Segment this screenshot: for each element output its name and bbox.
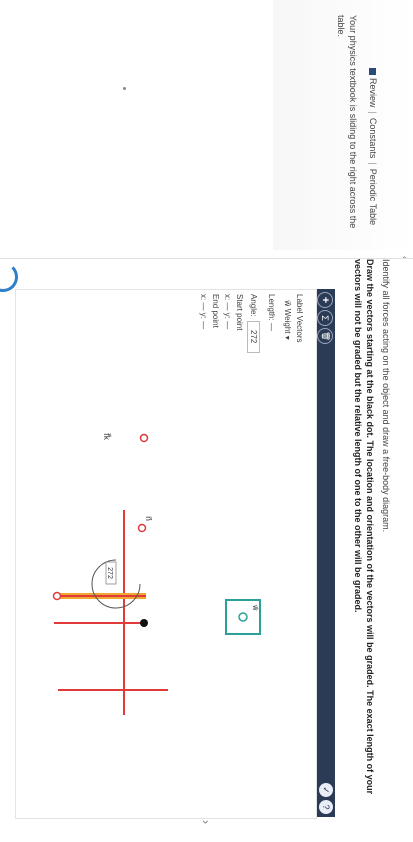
help-icon[interactable]: ? [319,800,333,814]
friction-endpoint[interactable] [139,433,149,443]
page-stage: Review | Constants | Periodic Table Your phy… [0,0,413,842]
review-icon [368,68,376,75]
end-point-label: End point [211,294,220,328]
angle-row: Angle: 272 [247,294,260,353]
expand-arrow-icon[interactable]: › [199,820,213,824]
end-point-coords: x: — y: — [199,294,208,330]
periodic-table-link[interactable]: Periodic Table [368,169,378,225]
angle-label: Angle: [249,294,258,317]
problem-panel: Review | Constants | Periodic Table Your phy… [0,0,413,250]
add-vector-button[interactable]: + [317,292,333,308]
normal-label: n⃗ [144,516,153,521]
length-value: — [267,322,276,331]
start-point-coords: x: — y: — [223,294,232,330]
drawing-toolbar: + Σ 🗑 ✓ ? [317,289,335,817]
drawing-canvas[interactable]: 272 n⃗ f⃗k w⃗ Label Vectors w⃗ Weight ▾ … [15,289,317,819]
top-nav: Review | Constants | Periodic Table [368,68,378,225]
angle-input[interactable]: 272 [247,320,260,353]
object-dot [238,612,248,622]
review-link[interactable]: Review [368,78,378,108]
label-vectors-heading: Label Vectors [295,294,304,343]
free-body-diagram[interactable]: 272 n⃗ f⃗k w⃗ [16,290,316,818]
vector-label-select[interactable]: w⃗ Weight ▾ [283,300,292,340]
start-point-label: Start point [235,294,244,331]
constants-link[interactable]: Constants [368,118,378,159]
instruction-line-2: Draw the vectors starting at the black d… [353,259,375,795]
instruction-line-1: Identify all forces acting on the object… [381,259,391,533]
decorative-dot [123,87,126,90]
weight-label: w⃗ [251,605,259,611]
angle-badge: 272 [106,567,113,579]
trash-icon[interactable]: 🗑 [317,328,333,344]
normal-endpoint[interactable] [137,523,147,533]
origin-dot[interactable] [140,619,148,627]
weight-endpoint[interactable] [52,591,62,601]
check-icon[interactable]: ✓ [319,783,333,797]
problem-text: Your physics textbook is sliding to the … [336,15,358,229]
friction-label: f⃗k [102,433,112,441]
nav-separator: | [368,162,378,165]
length-label: Length: [267,294,276,321]
nav-separator: | [368,111,378,114]
sum-button[interactable]: Σ [317,310,333,326]
work-panel: Identify all forces acting on the object… [0,258,413,842]
length-row: Length: — [267,294,276,331]
